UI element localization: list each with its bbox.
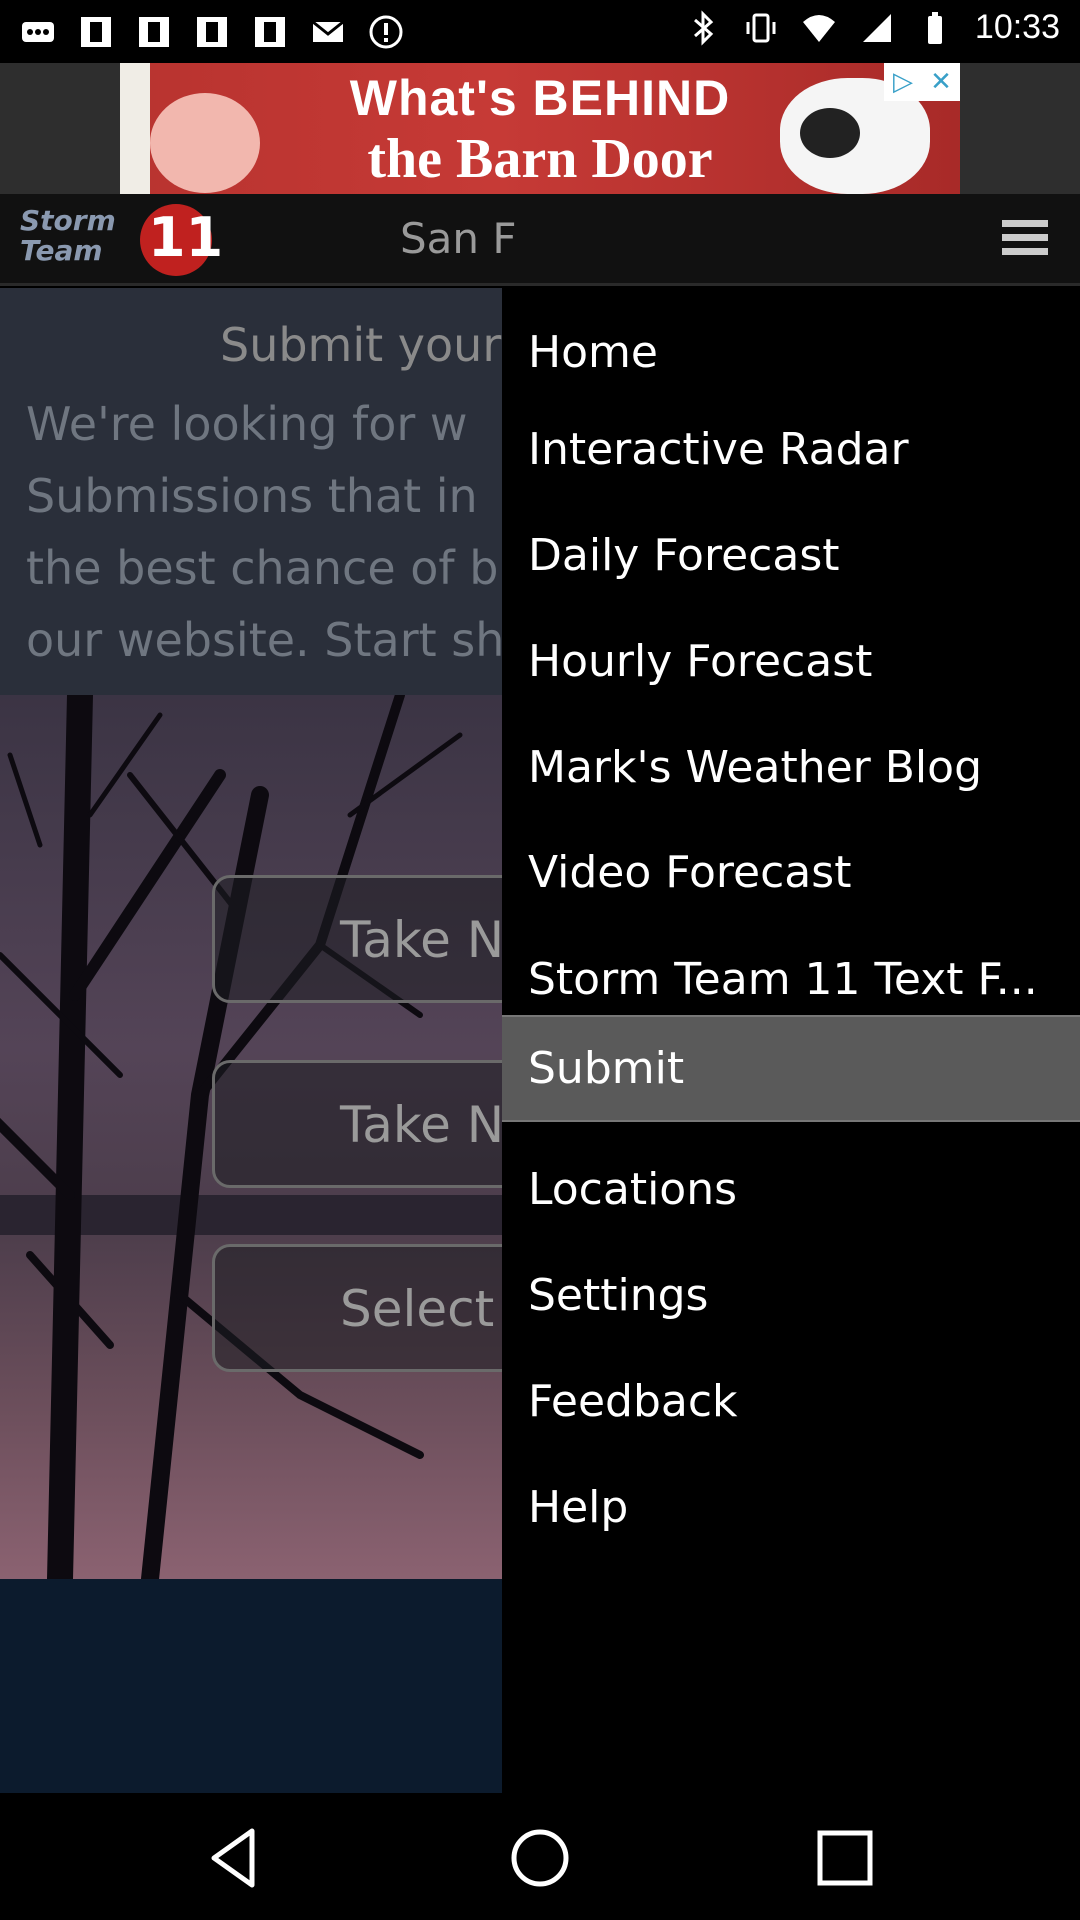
menu-item-submit[interactable]: Submit	[502, 1015, 1080, 1122]
bluetooth-icon	[693, 9, 714, 46]
ad-choices-icon[interactable]: ▷	[884, 63, 922, 101]
fantasy-app-icon	[255, 17, 285, 47]
mail-icon	[312, 20, 344, 42]
barn-door-edge	[120, 63, 150, 194]
alert-icon	[369, 15, 403, 49]
clock: 10:33	[974, 8, 1060, 46]
more-icon	[22, 22, 54, 42]
menu-item-weather-blog[interactable]: Mark's Weather Blog	[502, 718, 1080, 818]
battery-icon	[927, 11, 942, 44]
system-nav-bar	[0, 1793, 1080, 1920]
vibrate-icon	[746, 13, 776, 42]
ad-close-icon[interactable]: ✕	[922, 63, 960, 101]
menu-icon[interactable]	[1002, 220, 1048, 260]
app-header: Storm Team 11 San F	[0, 194, 1080, 286]
menu-item-home[interactable]: Home	[502, 308, 1080, 398]
menu-item-help[interactable]: Help	[502, 1458, 1080, 1558]
menu-item-locations[interactable]: Locations	[502, 1140, 1080, 1240]
recents-icon[interactable]	[810, 1823, 880, 1893]
navigation-drawer: Home Interactive Radar Daily Forecast Ho…	[502, 288, 1080, 1793]
system-icons: 10:33	[685, 8, 1060, 47]
back-icon[interactable]	[200, 1823, 270, 1893]
menu-item-video-forecast[interactable]: Video Forecast	[502, 823, 1080, 923]
pig-image	[150, 93, 260, 193]
logo-text: Storm Team	[20, 204, 116, 267]
menu-item-interactive-radar[interactable]: Interactive Radar	[502, 400, 1080, 500]
fantasy-app-icon	[81, 17, 111, 47]
ad-banner[interactable]: What's BEHIND the Barn Door ▷ ✕	[120, 63, 960, 194]
wifi-icon	[802, 14, 835, 42]
status-bar: 10:33	[0, 0, 1080, 63]
submit-heading: Submit your	[220, 318, 502, 372]
logo-number: 11	[148, 206, 224, 269]
location-title[interactable]: San F	[400, 214, 517, 263]
menu-item-feedback[interactable]: Feedback	[502, 1352, 1080, 1452]
menu-item-daily-forecast[interactable]: Daily Forecast	[502, 506, 1080, 606]
menu-item-settings[interactable]: Settings	[502, 1246, 1080, 1346]
notification-icons	[20, 14, 404, 50]
ad-headline: What's BEHIND	[349, 70, 731, 126]
ad-subheadline: the Barn Door	[367, 128, 713, 190]
menu-item-hourly-forecast[interactable]: Hourly Forecast	[502, 612, 1080, 712]
signal-icon	[862, 13, 891, 42]
fantasy-app-icon	[197, 17, 227, 47]
fantasy-app-icon	[139, 17, 169, 47]
home-icon[interactable]	[505, 1823, 575, 1893]
ad-container: What's BEHIND the Barn Door ▷ ✕	[0, 63, 1080, 194]
storm-team-logo[interactable]: Storm Team 11	[20, 200, 250, 280]
ad-badges: ▷ ✕	[884, 63, 960, 101]
